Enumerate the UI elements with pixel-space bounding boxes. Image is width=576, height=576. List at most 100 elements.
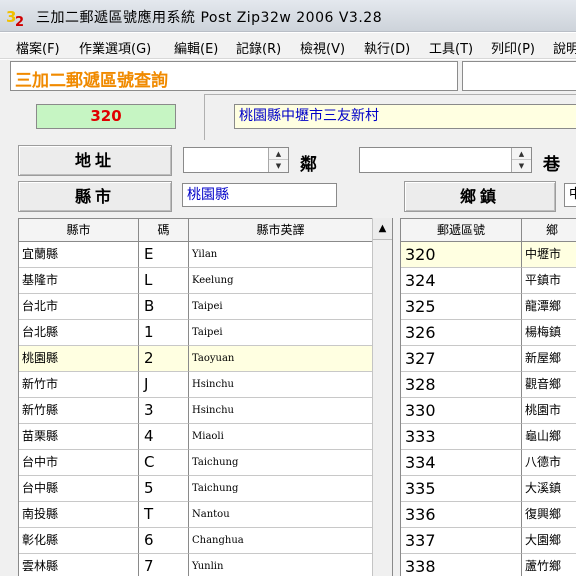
town-name-cell: 觀音鄉 (522, 372, 576, 398)
zip-table-row[interactable]: 336 復興鄉 (401, 502, 576, 528)
zip-table-row[interactable]: 320 中壢市 (401, 242, 576, 268)
zip-table-row[interactable]: 334 八德市 (401, 450, 576, 476)
scroll-up-arrow-icon[interactable]: ▲ (373, 218, 392, 240)
zip-table-row[interactable]: 325 龍潭鄉 (401, 294, 576, 320)
county-table-row[interactable]: 新竹縣 3 Hsinchu (19, 398, 373, 424)
county-english-cell: Taoyuan (189, 346, 373, 372)
zip-code-cell: 325 (401, 294, 522, 320)
lin-label: 鄰 (300, 155, 317, 175)
spin-up-icon[interactable]: ▲ (512, 148, 531, 160)
county-name-cell: 宜蘭縣 (19, 242, 139, 268)
county-code-cell: B (139, 294, 189, 320)
lane-stepper[interactable]: ▲ ▼ (359, 147, 532, 173)
county-english-cell: Miaoli (189, 424, 373, 450)
county-name-cell: 彰化縣 (19, 528, 139, 554)
county-table-row[interactable]: 桃園縣 2 Taoyuan (19, 346, 373, 372)
county-name-cell: 基隆市 (19, 268, 139, 294)
county-code-cell: E (139, 242, 189, 268)
town-name-cell: 大園鄉 (522, 528, 576, 554)
county-name-cell: 苗栗縣 (19, 424, 139, 450)
county-table-row[interactable]: 苗栗縣 4 Miaoli (19, 424, 373, 450)
county-name-cell: 新竹市 (19, 372, 139, 398)
spin-down-icon[interactable]: ▼ (512, 160, 531, 172)
menu-print[interactable]: 列印(P) (491, 38, 535, 57)
county-table-row[interactable]: 宜蘭縣 E Yilan (19, 242, 373, 268)
county-name-cell: 台中市 (19, 450, 139, 476)
town-name-cell: 龍潭鄉 (522, 294, 576, 320)
county-english-cell: Changhua (189, 528, 373, 554)
menu-records[interactable]: 記錄(R) (236, 38, 281, 57)
menu-view[interactable]: 檢視(V) (300, 38, 345, 57)
county-code-cell: J (139, 372, 189, 398)
county-english-cell: Yilan (189, 242, 373, 268)
lin-number-stepper[interactable]: ▲ ▼ (183, 147, 289, 173)
county-table-row[interactable]: 台北市 B Taipei (19, 294, 373, 320)
zip-code-cell: 324 (401, 268, 522, 294)
counties-grid: 縣市 碼 縣市英譯 宜蘭縣 E Yilan 基隆市 L Keelung 台北市 B Taipei… (18, 218, 393, 576)
zip-table-row[interactable]: 326 楊梅鎮 (401, 320, 576, 346)
county-english-cell: Hsinchu (189, 398, 373, 424)
county-code-cell: 4 (139, 424, 189, 450)
county-table-row[interactable]: 彰化縣 6 Changhua (19, 528, 373, 554)
spin-up-icon[interactable]: ▲ (269, 148, 288, 160)
county-table-row[interactable]: 台北縣 1 Taipei (19, 320, 373, 346)
town-name-cell: 楊梅鎮 (522, 320, 576, 346)
spin-down-icon[interactable]: ▼ (269, 160, 288, 172)
address-display: 桃園縣中壢市三友新村 (234, 104, 576, 129)
zip-table-row[interactable]: 335 大溪鎮 (401, 476, 576, 502)
township-field[interactable]: 中 (564, 183, 576, 207)
zip-table-row[interactable]: 338 蘆竹鄉 (401, 554, 576, 576)
menu-run[interactable]: 執行(D) (364, 38, 410, 57)
county-code-cell: 1 (139, 320, 189, 346)
zip-table-row[interactable]: 337 大園鄉 (401, 528, 576, 554)
page-title: 三加二郵遞區號查詢 (15, 71, 168, 91)
column-header-english[interactable]: 縣市英譯 (189, 219, 373, 241)
county-field[interactable]: 桃園縣 (182, 183, 337, 207)
county-table-row[interactable]: 基隆市 L Keelung (19, 268, 373, 294)
county-table-row[interactable]: 雲林縣 7 Yunlin (19, 554, 373, 576)
township-button[interactable]: 鄉鎮 (404, 181, 556, 212)
menu-help[interactable]: 說明 (553, 38, 576, 57)
menu-tools[interactable]: 工具(T) (429, 38, 473, 57)
county-name-cell: 桃園縣 (19, 346, 139, 372)
zip-table-row[interactable]: 333 龜山鄉 (401, 424, 576, 450)
county-table-row[interactable]: 南投縣 T Nantou (19, 502, 373, 528)
county-button[interactable]: 縣市 (18, 181, 172, 212)
zip-table-row[interactable]: 328 觀音鄉 (401, 372, 576, 398)
zip-table-row[interactable]: 327 新屋鄉 (401, 346, 576, 372)
town-name-cell: 新屋鄉 (522, 346, 576, 372)
column-header-county[interactable]: 縣市 (19, 219, 139, 241)
zip-table-row[interactable]: 324 平鎮市 (401, 268, 576, 294)
county-name-cell: 雲林縣 (19, 554, 139, 576)
county-table-row[interactable]: 台中縣 5 Taichung (19, 476, 373, 502)
counties-scrollbar[interactable]: ▲ (372, 218, 392, 576)
zip-code-cell: 337 (401, 528, 522, 554)
county-code-cell: 6 (139, 528, 189, 554)
lane-label: 巷 (543, 155, 560, 175)
county-english-cell: Taichung (189, 476, 373, 502)
county-name-cell: 南投縣 (19, 502, 139, 528)
column-header-code[interactable]: 碼 (139, 219, 189, 241)
menu-file[interactable]: 檔案(F) (16, 38, 60, 57)
town-name-cell: 中壢市 (522, 242, 576, 268)
county-code-cell: T (139, 502, 189, 528)
zip-code-cell: 326 (401, 320, 522, 346)
county-table-row[interactable]: 台中市 C Taichung (19, 450, 373, 476)
menu-edit[interactable]: 編輯(E) (174, 38, 218, 57)
column-header-town[interactable]: 鄉 (522, 219, 576, 241)
county-english-cell: Taipei (189, 320, 373, 346)
zip-table-row[interactable]: 330 桃園市 (401, 398, 576, 424)
zip-code-cell: 328 (401, 372, 522, 398)
menu-options[interactable]: 作業選項(G) (79, 38, 151, 57)
app-logo-icon: 3 2 (6, 8, 24, 28)
column-header-zip[interactable]: 郵遞區號 (401, 219, 522, 241)
county-table-row[interactable]: 新竹市 J Hsinchu (19, 372, 373, 398)
town-name-cell: 平鎮市 (522, 268, 576, 294)
county-code-cell: C (139, 450, 189, 476)
address-button[interactable]: 地址 (18, 145, 172, 176)
zip-code-cell: 334 (401, 450, 522, 476)
window-title: 三加二郵遞區號應用系統 Post Zip32w 2006 V3.28 (36, 10, 383, 26)
zip-code-display: 320 (36, 104, 176, 129)
header-panel-right (462, 61, 576, 91)
zip-code-cell: 333 (401, 424, 522, 450)
